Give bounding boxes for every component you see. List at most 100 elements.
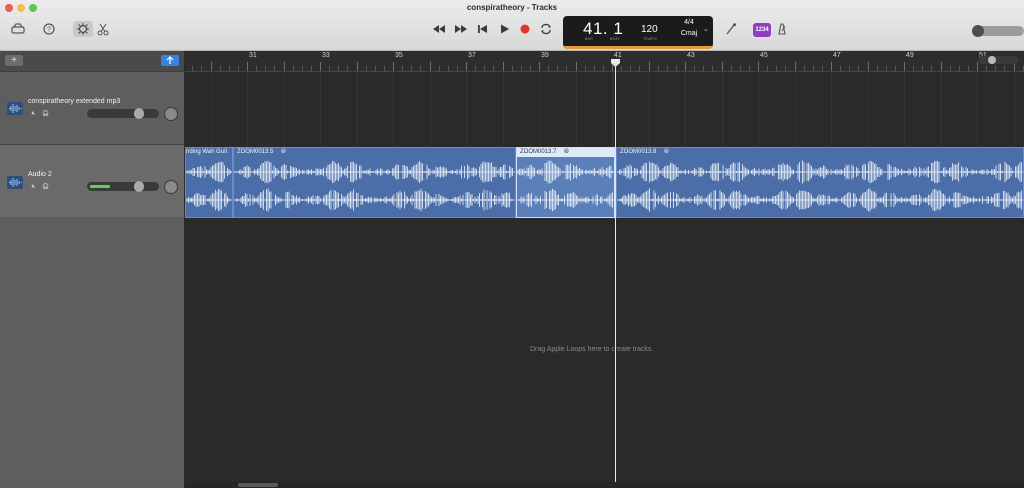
smart-controls-icon[interactable] bbox=[73, 21, 93, 37]
ruler-tick bbox=[475, 66, 476, 71]
ruler-tick bbox=[448, 66, 449, 71]
help-icon[interactable]: ? bbox=[41, 22, 57, 36]
ruler-tick bbox=[703, 66, 704, 71]
master-volume-slider[interactable] bbox=[972, 25, 1024, 37]
ruler-bar-number: 47 bbox=[833, 52, 841, 59]
waveform bbox=[186, 189, 232, 211]
scrollbar-thumb[interactable] bbox=[238, 483, 278, 487]
svg-text:?: ? bbox=[47, 27, 51, 34]
ruler-tick bbox=[512, 66, 513, 71]
metronome-icon[interactable] bbox=[774, 22, 790, 36]
scissors-icon[interactable] bbox=[95, 22, 111, 36]
volume-knob[interactable] bbox=[134, 108, 144, 119]
ruler-tick bbox=[694, 66, 695, 71]
ruler-tick bbox=[402, 66, 403, 71]
ruler-tick bbox=[247, 62, 248, 71]
ruler-tick bbox=[959, 66, 960, 71]
ruler-bar-number: 39 bbox=[541, 52, 549, 59]
ruler-tick bbox=[639, 66, 640, 71]
ruler-tick bbox=[439, 66, 440, 71]
playhead[interactable] bbox=[615, 61, 616, 488]
mute-icon[interactable]: 🔇︎ bbox=[29, 110, 38, 118]
ruler-tick bbox=[457, 66, 458, 71]
pan-knob[interactable] bbox=[164, 107, 178, 121]
zoom-slider[interactable] bbox=[978, 56, 1018, 64]
lcd-key: Cmaj bbox=[680, 30, 698, 37]
timeline-ruler[interactable]: 3133353739414345474951 bbox=[185, 51, 1024, 72]
audio-region[interactable]: ZOOM0013.5 ⦾ bbox=[233, 147, 516, 218]
chevron-down-icon[interactable]: ⌄ bbox=[703, 25, 709, 33]
ruler-tick bbox=[667, 66, 668, 71]
tracks-area[interactable]: nding Wah Guit ZOOM0013.5 ⦾ ZOOM0013.7 ⦾… bbox=[185, 59, 1024, 488]
ruler-tick bbox=[722, 62, 723, 71]
track-name[interactable]: conspiratheory extended mp3 bbox=[28, 98, 120, 105]
add-track-button[interactable]: + bbox=[5, 55, 23, 66]
rewind-button[interactable] bbox=[432, 22, 446, 36]
region-label: ZOOM0013.7 bbox=[520, 149, 557, 155]
track-header-2[interactable]: Audio 2 🔇︎ 🎧︎ bbox=[0, 145, 184, 218]
waveform-icon bbox=[7, 102, 23, 115]
cycle-icon[interactable] bbox=[539, 22, 553, 36]
mute-icon[interactable]: 🔇︎ bbox=[29, 183, 38, 191]
count-in-button[interactable]: 1234 bbox=[753, 23, 771, 37]
horizontal-scrollbar[interactable] bbox=[185, 482, 1024, 488]
pan-knob[interactable] bbox=[164, 180, 178, 194]
ruler-bar-number: 33 bbox=[322, 52, 330, 59]
master-volume-knob[interactable] bbox=[972, 25, 984, 37]
ruler-tick bbox=[886, 66, 887, 71]
headphones-icon[interactable]: 🎧︎ bbox=[41, 110, 50, 118]
track-name[interactable]: Audio 2 bbox=[28, 171, 52, 178]
track-volume-slider[interactable] bbox=[87, 181, 159, 192]
lcd-time-signature: 4/4 bbox=[684, 19, 694, 26]
audio-region[interactable]: nding Wah Guit bbox=[185, 147, 233, 218]
ruler-tick bbox=[594, 66, 595, 71]
headphones-icon[interactable]: 🎧︎ bbox=[41, 183, 50, 191]
play-button[interactable] bbox=[497, 22, 511, 36]
ruler-bar-number: 43 bbox=[687, 52, 695, 59]
lcd-beat-caption: BEAT bbox=[610, 37, 621, 41]
loop-icon: ⦾ bbox=[281, 149, 286, 155]
ruler-tick bbox=[749, 66, 750, 71]
track-volume-slider[interactable] bbox=[87, 108, 159, 119]
ruler-tick bbox=[293, 66, 294, 71]
ruler-tick bbox=[1004, 66, 1005, 71]
ruler-tick bbox=[484, 66, 485, 71]
ruler-tick bbox=[557, 66, 558, 71]
ruler-tick bbox=[977, 62, 978, 71]
ruler-tick bbox=[256, 66, 257, 71]
ruler-tick bbox=[758, 62, 759, 71]
ruler-tick bbox=[347, 66, 348, 71]
fast-forward-button[interactable] bbox=[454, 22, 468, 36]
lcd-display[interactable]: 41. 1 BAR BEAT 120 TEMPO 4/4 Cmaj ⌄ bbox=[563, 16, 713, 49]
ruler-tick bbox=[731, 66, 732, 71]
volume-knob[interactable] bbox=[134, 181, 144, 192]
waveform bbox=[517, 160, 614, 184]
lcd-tempo: 120 bbox=[641, 24, 658, 35]
record-button[interactable] bbox=[518, 22, 532, 36]
ruler-bar-number: 49 bbox=[906, 52, 914, 59]
ruler-tick bbox=[211, 62, 212, 71]
ruler-bar-number: 31 bbox=[249, 52, 257, 59]
ruler-tick bbox=[676, 66, 677, 71]
zoom-knob[interactable] bbox=[988, 56, 996, 64]
loop-icon: ⦾ bbox=[564, 149, 569, 155]
ruler-tick bbox=[776, 66, 777, 71]
ruler-tick bbox=[530, 66, 531, 71]
ruler-tick bbox=[220, 66, 221, 71]
go-to-beginning-button[interactable] bbox=[475, 22, 489, 36]
track-header-1[interactable]: conspiratheory extended mp3 🔇︎ 🎧︎ bbox=[0, 72, 184, 145]
library-icon[interactable] bbox=[10, 22, 26, 36]
window-title: conspiratheory - Tracks bbox=[466, 3, 558, 12]
ruler-tick bbox=[740, 66, 741, 71]
level-meter bbox=[90, 185, 110, 188]
ruler-tick bbox=[822, 66, 823, 71]
tuner-icon[interactable] bbox=[723, 22, 739, 36]
audio-region-selected[interactable]: ZOOM0013.7 ⦾ bbox=[516, 147, 615, 218]
catch-playhead-button[interactable] bbox=[161, 55, 179, 66]
ruler-tick bbox=[950, 66, 951, 71]
ruler-tick bbox=[430, 62, 431, 71]
ruler-tick bbox=[649, 62, 650, 71]
ruler-tick bbox=[384, 66, 385, 71]
ruler-tick bbox=[539, 62, 540, 71]
audio-region[interactable]: ZOOM0013.8 ⦾ bbox=[616, 147, 1024, 218]
